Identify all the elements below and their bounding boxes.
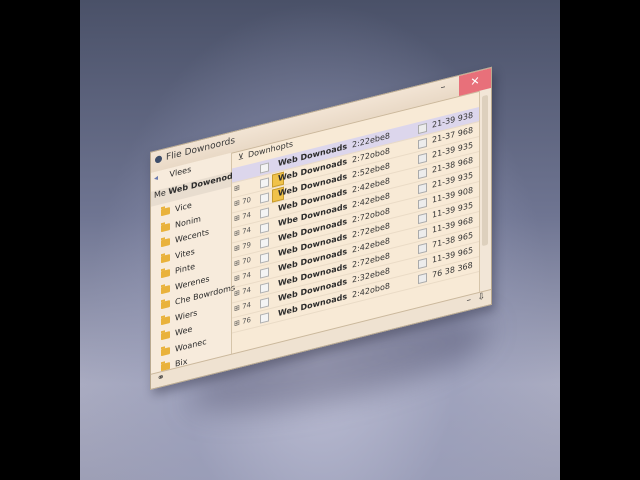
- back-arrow-icon[interactable]: ◂: [151, 172, 161, 183]
- download-icon[interactable]: ⇩: [477, 291, 485, 303]
- letterbox-right: [560, 0, 640, 480]
- navigation-pane: ◂ Vlees Me Web Dowenods Vice Nonim Wecents…: [151, 152, 237, 375]
- row-type-label: ⊞ 74: [234, 210, 251, 224]
- row-status-box[interactable]: [418, 167, 427, 180]
- folder-icon: [161, 346, 170, 356]
- row-checkbox[interactable]: [260, 267, 269, 279]
- folder-icon: [161, 269, 170, 279]
- row-checkbox[interactable]: [260, 162, 269, 174]
- folder-icon: [161, 207, 170, 217]
- folder-icon: [161, 222, 170, 232]
- minimize-button[interactable]: –: [435, 80, 451, 100]
- row-type-label: ⊞ 74: [234, 285, 251, 299]
- scrollbar-thumb[interactable]: [482, 94, 488, 247]
- row-type-label: ⊞ 74: [234, 270, 251, 284]
- letterbox-left: [0, 0, 80, 480]
- row-status-box[interactable]: [418, 182, 427, 195]
- row-checkbox[interactable]: [260, 282, 269, 294]
- row-status-box[interactable]: [418, 137, 427, 150]
- row-checkbox[interactable]: [260, 297, 269, 309]
- row-checkbox[interactable]: [260, 177, 269, 189]
- row-type-label: ⊞ 70: [234, 195, 251, 209]
- row-status-box[interactable]: [418, 227, 427, 240]
- address-left-label: Vlees: [169, 164, 192, 180]
- row-checkbox[interactable]: [260, 222, 269, 234]
- row-type-label: ⊞ 70: [234, 255, 251, 269]
- filter-icon[interactable]: ⊻: [238, 152, 244, 162]
- row-status-box[interactable]: [418, 152, 427, 165]
- row-status-box[interactable]: [418, 197, 427, 210]
- row-checkbox[interactable]: [260, 192, 269, 204]
- link-icon[interactable]: ⚭: [157, 372, 165, 384]
- app-icon: [155, 155, 162, 164]
- vertical-scrollbar[interactable]: [479, 87, 491, 293]
- folder-icon: [161, 253, 170, 263]
- folder-icon: [161, 238, 170, 248]
- desktop-background: Flie Downoords – ✕ ◂ Vlees Me Web Doweno…: [80, 0, 560, 480]
- row-checkbox[interactable]: [260, 207, 269, 219]
- row-type-label: ⊞ 76: [234, 315, 251, 329]
- row-status-box[interactable]: [418, 257, 427, 270]
- row-checkbox[interactable]: [260, 252, 269, 264]
- sidebar-item-label: Vice: [175, 200, 192, 214]
- row-checkbox[interactable]: [260, 237, 269, 249]
- folder-icon: [161, 300, 170, 310]
- folder-icon: [161, 331, 170, 341]
- collapse-icon[interactable]: –: [467, 295, 472, 306]
- row-type-label: ⊞ 74: [234, 300, 251, 314]
- row-checkbox[interactable]: [260, 312, 269, 324]
- row-status-box[interactable]: [418, 212, 427, 225]
- folder-icon: [161, 315, 170, 325]
- row-type-label: ⊞: [234, 183, 240, 194]
- sidebar-header-prefix: Me: [154, 188, 166, 201]
- row-status-box[interactable]: [418, 242, 427, 255]
- row-status-box[interactable]: [418, 272, 427, 285]
- row-status-box[interactable]: [418, 122, 427, 135]
- row-type-label: ⊞ 79: [234, 240, 251, 254]
- folder-icon: [161, 284, 170, 294]
- row-type-label: ⊞ 74: [234, 225, 251, 239]
